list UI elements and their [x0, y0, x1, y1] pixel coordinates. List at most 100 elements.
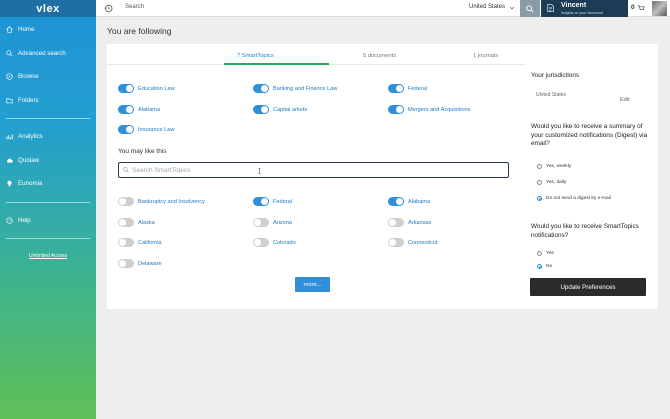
lightbulb-icon	[7, 180, 12, 187]
following-toggle-banking-finance-law[interactable]: Banking and Finance Law	[253, 84, 337, 93]
sidebar-item-label: Advanced search	[18, 49, 66, 57]
update-preferences-button[interactable]: Update Preferences	[530, 278, 646, 296]
top-bar: Search United States Vincent Insights on…	[96, 0, 670, 17]
country-selector[interactable]: United States	[469, 4, 505, 10]
toggle-switch[interactable]	[388, 218, 404, 227]
toggle-switch[interactable]	[118, 197, 134, 206]
radio-label: Yes	[546, 251, 554, 256]
search-button[interactable]	[520, 0, 540, 17]
toggle-switch[interactable]	[118, 105, 134, 114]
toggle-switch[interactable]	[118, 259, 134, 268]
history-icon[interactable]	[104, 4, 113, 13]
search-icon	[123, 167, 129, 173]
following-toggle-alabama[interactable]: Alabama	[118, 105, 160, 114]
sidebar-item-quolaw[interactable]: Quolaw	[0, 149, 96, 173]
unlimited-access-link[interactable]: Unlimited Access	[0, 245, 96, 267]
notifications-option-no[interactable]: No	[537, 264, 552, 269]
sidebar-item-analytics[interactable]: Analytics	[0, 125, 96, 149]
suggestion-toggle-arkansas[interactable]: Arkansas	[388, 218, 431, 227]
suggestion-toggle-california[interactable]: California	[118, 238, 162, 247]
toggle-label: Mergers and Acquisitions	[408, 106, 471, 113]
toggle-label: California	[138, 239, 162, 246]
radio-button[interactable]	[537, 264, 542, 269]
tab-journals[interactable]: 1 journals	[473, 53, 498, 59]
compass-icon	[6, 73, 13, 80]
radio-button[interactable]	[537, 196, 542, 201]
toggle-switch[interactable]	[118, 238, 134, 247]
toggle-switch[interactable]	[388, 197, 404, 206]
suggestion-toggle-arizona[interactable]: Arizona	[253, 218, 292, 227]
toggle-switch[interactable]	[118, 218, 134, 227]
tab-documents[interactable]: 5 documents	[363, 53, 396, 59]
notifications-option-yes[interactable]: Yes	[537, 251, 554, 256]
toggle-switch[interactable]	[388, 84, 404, 93]
sidebar-item-eunomia[interactable]: Eunomia	[0, 172, 96, 196]
following-toggle-insurance-law[interactable]: Insurance Law	[118, 125, 174, 134]
suggestion-toggle-federal[interactable]: Federal	[253, 197, 292, 206]
digest-question: Would you like to receive a summary of y…	[531, 123, 648, 147]
cart-icon[interactable]	[637, 4, 645, 12]
cart-count: 0	[631, 4, 635, 11]
main-card: 7 SmartTopics 5 documents 1 journals Edu…	[107, 44, 658, 309]
search-icon	[526, 4, 534, 13]
suggestion-toggle-alabama[interactable]: Alabama	[388, 197, 430, 206]
jurisdiction-value: United States	[536, 92, 567, 98]
toggle-switch[interactable]	[118, 125, 134, 134]
tab-smarttopics[interactable]: 7 SmartTopics	[237, 53, 274, 59]
radio-label: Do not send a digest by e-mail	[546, 196, 611, 201]
suggestion-toggle-delaware[interactable]: Delaware	[118, 259, 162, 268]
digest-option-daily[interactable]: Yes, daily	[537, 180, 566, 185]
page-title: You are following	[107, 26, 172, 36]
sidebar-item-home[interactable]: Home	[0, 18, 96, 42]
toggle-label: Bankruptcy and Insolvency	[138, 198, 205, 205]
avatar[interactable]	[652, 1, 667, 16]
toggle-switch[interactable]	[253, 105, 269, 114]
suggestions-title: You may like this	[118, 148, 167, 155]
folder-icon	[6, 98, 13, 104]
chevron-down-icon[interactable]	[509, 5, 515, 11]
toggle-label: Federal	[408, 85, 427, 92]
sidebar-item-browse[interactable]: Browse	[0, 65, 96, 89]
following-toggle-education-law[interactable]: Education Law	[118, 84, 175, 93]
user-menu[interactable]: Vincent Insights on your document	[541, 0, 628, 17]
following-toggle-federal[interactable]: Federal	[388, 84, 427, 93]
home-icon	[6, 26, 13, 33]
suggestion-toggle-connecticut[interactable]: Connecticut	[388, 238, 438, 247]
suggestion-toggle-colorado[interactable]: Colorado	[253, 238, 296, 247]
svg-text:?: ?	[8, 218, 11, 223]
toggle-switch[interactable]	[253, 84, 269, 93]
toggle-label: Federal	[273, 198, 292, 205]
digest-option-weekly[interactable]: Yes, weekly	[537, 164, 571, 169]
smarttopics-search[interactable]	[118, 162, 509, 178]
suggestion-toggle-bankruptcy[interactable]: Bankruptcy and Insolvency	[118, 197, 205, 206]
toggle-switch[interactable]	[388, 238, 404, 247]
radio-button[interactable]	[537, 180, 542, 185]
vlex-logo[interactable]: vlex	[0, 0, 96, 17]
sidebar: vlex Home Advanced search Browse Folders…	[0, 0, 96, 419]
following-toggle-capital-markets[interactable]: Capital arkets	[253, 105, 307, 114]
bar-chart-icon	[6, 134, 13, 140]
radio-button[interactable]	[537, 251, 542, 256]
search-icon	[6, 50, 13, 57]
following-toggle-mergers-acquisitions[interactable]: Mergers and Acquisitions	[388, 105, 471, 114]
suggestion-toggle-alaska[interactable]: Alaska	[118, 218, 155, 227]
toggle-switch[interactable]	[253, 197, 269, 206]
digest-option-none[interactable]: Do not send a digest by e-mail	[537, 196, 611, 201]
smarttopics-search-input[interactable]	[132, 166, 492, 174]
sidebar-item-folders[interactable]: Folders	[0, 89, 96, 113]
toggle-switch[interactable]	[253, 238, 269, 247]
sidebar-divider	[6, 201, 90, 203]
toggle-label: Delaware	[138, 260, 162, 267]
global-search-input[interactable]: Search	[125, 4, 144, 10]
sidebar-item-help[interactable]: ? Help	[0, 209, 96, 233]
edit-jurisdictions-link[interactable]: Edit	[620, 97, 630, 103]
toggle-switch[interactable]	[118, 84, 134, 93]
radio-button[interactable]	[537, 164, 542, 169]
jurisdictions-title: Your jurisdictions	[531, 72, 580, 79]
sidebar-item-advanced-search[interactable]: Advanced search	[0, 42, 96, 66]
toggle-label: Connecticut	[408, 239, 438, 246]
radio-label: No	[546, 264, 553, 269]
toggle-switch[interactable]	[253, 218, 269, 227]
more-button[interactable]: more...	[295, 277, 330, 292]
toggle-switch[interactable]	[388, 105, 404, 114]
